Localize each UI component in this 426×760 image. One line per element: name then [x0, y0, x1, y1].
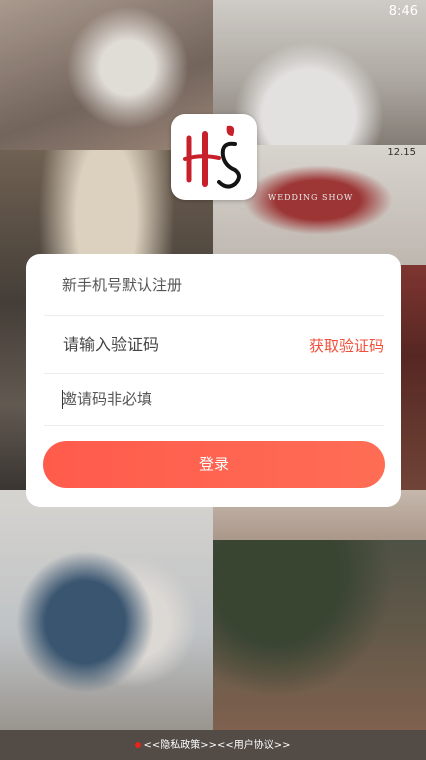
hs-logo-icon: [183, 125, 241, 189]
login-button[interactable]: 登录: [43, 441, 385, 488]
privacy-policy-link[interactable]: <<隐私政策>>: [143, 740, 217, 751]
legal-links: <<隐私政策>><<用户协议>>: [0, 736, 426, 751]
divider: [44, 425, 384, 426]
invite-code-input[interactable]: [62, 390, 362, 408]
text-cursor: [62, 390, 63, 409]
app-logo: [171, 114, 257, 200]
status-time: 8:46: [388, 4, 418, 19]
login-card: 获取验证码 登录: [26, 254, 401, 507]
code-row: 获取验证码: [44, 316, 384, 374]
invite-row: [44, 374, 384, 426]
get-code-button[interactable]: 获取验证码: [309, 335, 384, 356]
code-input[interactable]: [63, 335, 283, 354]
phone-row: [44, 254, 384, 316]
phone-input[interactable]: [62, 276, 362, 294]
agree-checkbox[interactable]: [135, 742, 142, 748]
user-agreement-link[interactable]: <<用户协议>>: [217, 740, 291, 751]
